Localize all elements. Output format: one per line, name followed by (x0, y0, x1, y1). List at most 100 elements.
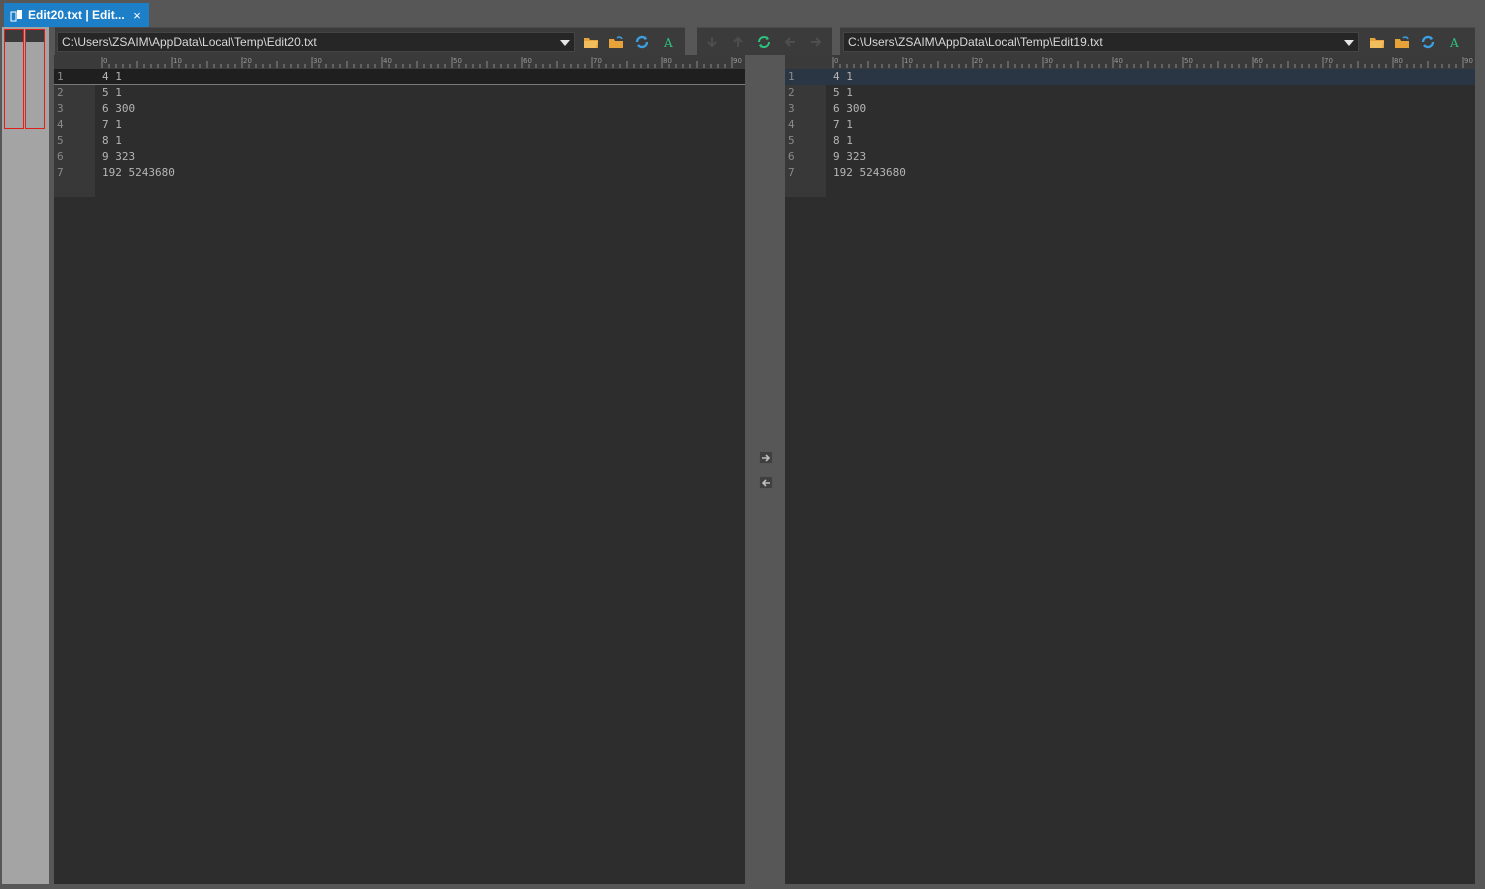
chevron-down-icon[interactable] (1344, 40, 1354, 46)
folder-reload-icon (609, 36, 623, 48)
ruler-label: 10 (904, 57, 913, 65)
ruler-label: 90 (1464, 57, 1473, 65)
editor-line[interactable]: 3 6 300 (785, 101, 1475, 117)
right-path-text: C:\Users\ZSAIM\AppData\Local\Temp\Edit19… (848, 35, 1103, 49)
line-text: 6 300 (833, 102, 867, 115)
refresh-button[interactable] (633, 33, 651, 51)
line-number: 5 (57, 134, 64, 147)
refresh-icon (635, 35, 649, 49)
copy-to-right-button[interactable] (759, 451, 773, 464)
ruler-label: 0 (834, 57, 838, 65)
arrow-right-icon (811, 37, 822, 47)
editor-line[interactable]: 2 5 1 (54, 85, 745, 101)
ruler-label: 30 (313, 57, 322, 65)
chevron-down-icon[interactable] (560, 40, 570, 46)
editor-line[interactable]: 3 6 300 (54, 101, 745, 117)
line-number: 6 (57, 150, 64, 163)
editor-line[interactable]: 7 192 5243680 (54, 165, 745, 181)
open-file-button[interactable] (1368, 33, 1386, 51)
arrow-right-icon (762, 453, 771, 462)
line-text: 9 323 (102, 150, 136, 163)
ruler-label: 60 (523, 57, 532, 65)
folder-icon (1370, 38, 1384, 48)
copy-left-button[interactable] (781, 33, 799, 51)
close-tab-icon[interactable]: × (129, 8, 145, 23)
font-icon: A (1449, 36, 1459, 49)
arrow-down-icon (707, 37, 717, 48)
ruler-label: 90 (733, 57, 742, 65)
line-text: 7 1 (102, 118, 122, 131)
line-number: 6 (788, 150, 795, 163)
editor-line[interactable]: 5 8 1 (54, 133, 745, 149)
right-editor[interactable]: 0 10 20 30 40 50 60 70 80 90 1 4 1 2 5 1 3 6 300 4 7 1 5 8… (785, 55, 1475, 884)
refresh-icon (1421, 35, 1435, 49)
ruler-label: 50 (1184, 57, 1193, 65)
compare-icon (10, 9, 22, 21)
line-text: 192 5243680 (102, 166, 175, 179)
line-text: 4 1 (833, 70, 853, 83)
editor-line[interactable]: 2 5 1 (785, 85, 1475, 101)
ruler-label: 20 (243, 57, 252, 65)
line-number: 3 (788, 102, 795, 115)
line-number: 7 (57, 166, 64, 179)
open-file-button[interactable] (582, 33, 600, 51)
copy-to-left-button[interactable] (759, 476, 773, 489)
editor-line[interactable]: 6 9 323 (785, 149, 1475, 165)
left-path-combo[interactable]: C:\Users\ZSAIM\AppData\Local\Temp\Edit20… (57, 32, 575, 52)
line-text: 4 1 (102, 70, 122, 83)
ruler-label: 10 (173, 57, 182, 65)
arrow-left-icon (761, 478, 770, 487)
font-button[interactable]: A (1446, 33, 1464, 51)
right-file-toolbar: C:\Users\ZSAIM\AppData\Local\Temp\Edit19… (840, 27, 1475, 55)
editor-line[interactable]: 6 9 323 (54, 149, 745, 165)
left-file-overview[interactable] (4, 29, 24, 129)
line-number: 7 (788, 166, 795, 179)
line-number: 2 (57, 86, 64, 99)
column-ruler: 0 10 20 30 40 50 60 70 80 90 (785, 55, 1475, 69)
next-diff-button[interactable] (703, 33, 721, 51)
right-path-combo[interactable]: C:\Users\ZSAIM\AppData\Local\Temp\Edit19… (843, 32, 1359, 52)
editor-line[interactable]: 1 4 1 (785, 69, 1475, 85)
line-text: 192 5243680 (833, 166, 906, 179)
sync-button[interactable] (755, 33, 773, 51)
line-text: 9 323 (833, 150, 867, 163)
left-file-toolbar: C:\Users\ZSAIM\AppData\Local\Temp\Edit20… (55, 27, 685, 55)
reload-file-button[interactable] (607, 33, 625, 51)
ruler-label: 40 (383, 57, 392, 65)
tab-edit20[interactable]: Edit20.txt | Edit... × (4, 3, 149, 27)
font-button[interactable]: A (660, 33, 678, 51)
line-number: 2 (788, 86, 795, 99)
line-text: 8 1 (833, 134, 853, 147)
reload-file-button[interactable] (1393, 33, 1411, 51)
editor-line[interactable]: 4 7 1 (785, 117, 1475, 133)
editor-line[interactable]: 7 192 5243680 (785, 165, 1475, 181)
ruler-label: 80 (1394, 57, 1403, 65)
right-file-overview[interactable] (25, 29, 45, 129)
copy-right-button[interactable] (807, 33, 825, 51)
prev-diff-button[interactable] (729, 33, 747, 51)
svg-text:A: A (1449, 36, 1459, 49)
ruler-label: 70 (1324, 57, 1333, 65)
left-path-text: C:\Users\ZSAIM\AppData\Local\Temp\Edit20… (62, 35, 317, 49)
ruler-label: 70 (593, 57, 602, 65)
font-icon: A (663, 36, 673, 49)
location-pane[interactable] (2, 27, 49, 884)
line-text: 8 1 (102, 134, 122, 147)
line-number: 1 (788, 70, 795, 83)
arrow-up-icon (733, 36, 743, 47)
editor-line[interactable]: 5 8 1 (785, 133, 1475, 149)
ruler-label: 80 (663, 57, 672, 65)
editor-line[interactable]: 1 4 1 (54, 69, 745, 85)
ruler-label: 50 (453, 57, 462, 65)
diff-navigation-toolbar (697, 27, 832, 55)
arrow-left-icon (784, 37, 795, 47)
left-editor[interactable]: 0 10 20 30 40 50 60 70 80 90 1 4 1 2 5 1 3 6 300 4 7 1 5 8… (54, 55, 745, 884)
ruler-label: 30 (1044, 57, 1053, 65)
refresh-button[interactable] (1419, 33, 1437, 51)
ruler-label: 20 (974, 57, 983, 65)
sync-icon (758, 36, 770, 48)
column-ruler: 0 10 20 30 40 50 60 70 80 90 (54, 55, 745, 69)
line-number: 3 (57, 102, 64, 115)
editor-line[interactable]: 4 7 1 (54, 117, 745, 133)
line-number: 5 (788, 134, 795, 147)
